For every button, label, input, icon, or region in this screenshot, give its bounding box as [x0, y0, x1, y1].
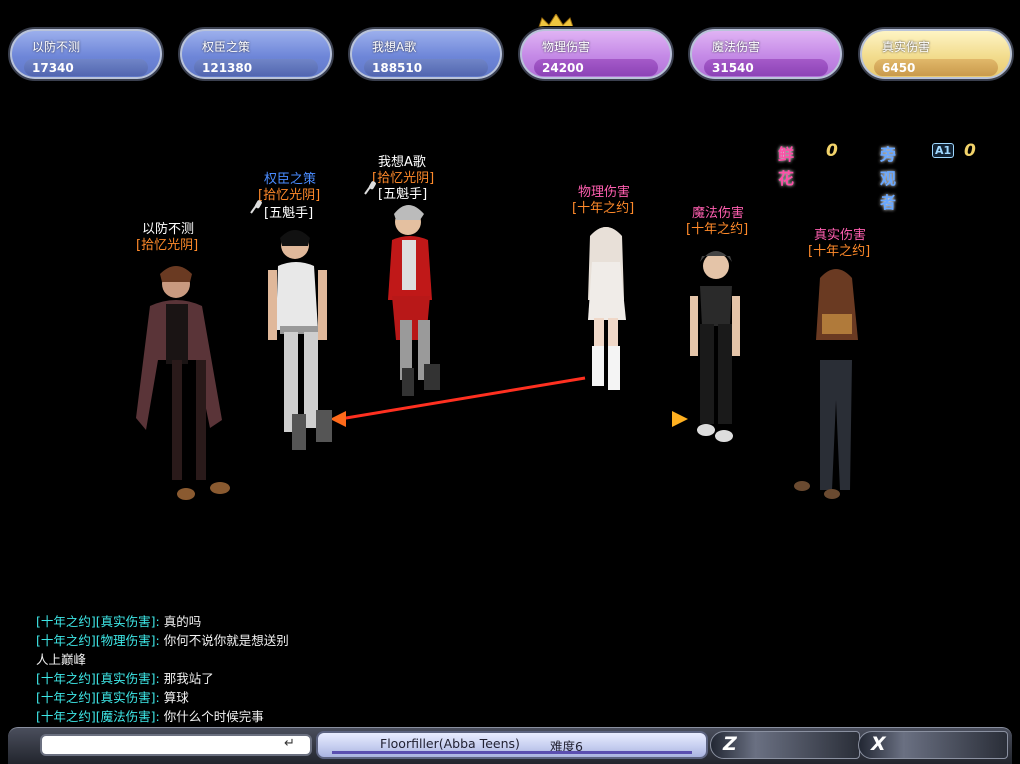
avatar-character[interactable] [268, 230, 332, 450]
key-z-label: Z [723, 733, 737, 755]
song-progress-bar [332, 751, 692, 754]
song-title: Floorfiller(Abba Teens) [380, 736, 520, 751]
chat-text: 真的吗 [163, 614, 202, 629]
guild-tag: [十年之约] [686, 222, 749, 237]
chat-text: 人上巅峰 [36, 652, 87, 667]
chat-message: [十年之约][魔法伤害]: 你什么个时候完事 [36, 707, 289, 726]
chat-log: [十年之约][真实伤害]: 真的吗 [十年之约][物理伤害]: 你何不说你就是想… [36, 612, 289, 726]
chat-text: 那我站了 [163, 671, 214, 686]
chat-sender[interactable]: [十年之约][真实伤害]: [36, 690, 160, 705]
chat-sender[interactable]: [十年之约][魔法伤害]: [36, 709, 160, 724]
microphone-icon [250, 200, 262, 214]
arrow-head-right-icon [672, 411, 688, 427]
chat-text: 你何不说你就是想送别 [163, 633, 289, 648]
chat-message: [十年之约][真实伤害]: 算球 [36, 688, 289, 707]
song-info: Floorfiller(Abba Teens) 难度6 [316, 731, 708, 759]
chat-input[interactable] [40, 734, 312, 756]
link-arrow-red [339, 376, 586, 421]
key-x-label: X [871, 733, 886, 755]
key-z-button[interactable]: Z [710, 731, 860, 759]
avatar-character[interactable] [588, 227, 626, 390]
guild-tag: [拾忆光阴] [136, 238, 199, 253]
guild-tag: [拾忆光阴] [258, 188, 321, 203]
avatar-character[interactable] [388, 205, 440, 396]
key-x-button[interactable]: X [858, 731, 1008, 759]
avatar-character[interactable] [794, 269, 858, 499]
bottom-bar: ↵ Floorfiller(Abba Teens) 难度6 Z X [8, 727, 1012, 764]
chat-sender[interactable]: [十年之约][真实伤害]: [36, 671, 160, 686]
arrow-head-left-icon [330, 411, 346, 427]
guild-tag: [十年之约] [572, 201, 635, 216]
chat-message: [十年之约][真实伤害]: 那我站了 [36, 669, 289, 688]
guild-tag: [十年之约] [808, 244, 871, 259]
chat-message: 人上巅峰 [36, 650, 289, 669]
avatar-character[interactable] [690, 251, 740, 442]
chat-text: 你什么个时候完事 [163, 709, 264, 724]
chat-message: [十年之约][真实伤害]: 真的吗 [36, 612, 289, 631]
microphone-icon [364, 181, 376, 195]
player-title: [五魁手] [264, 206, 314, 221]
chat-message: [十年之约][物理伤害]: 你何不说你就是想送别 [36, 631, 289, 650]
player-title: [五魁手] [378, 187, 428, 202]
chat-sender[interactable]: [十年之约][物理伤害]: [36, 633, 160, 648]
chat-sender[interactable]: [十年之约][真实伤害]: [36, 614, 160, 629]
chat-text: 算球 [163, 690, 189, 705]
avatar-character[interactable] [136, 266, 230, 500]
